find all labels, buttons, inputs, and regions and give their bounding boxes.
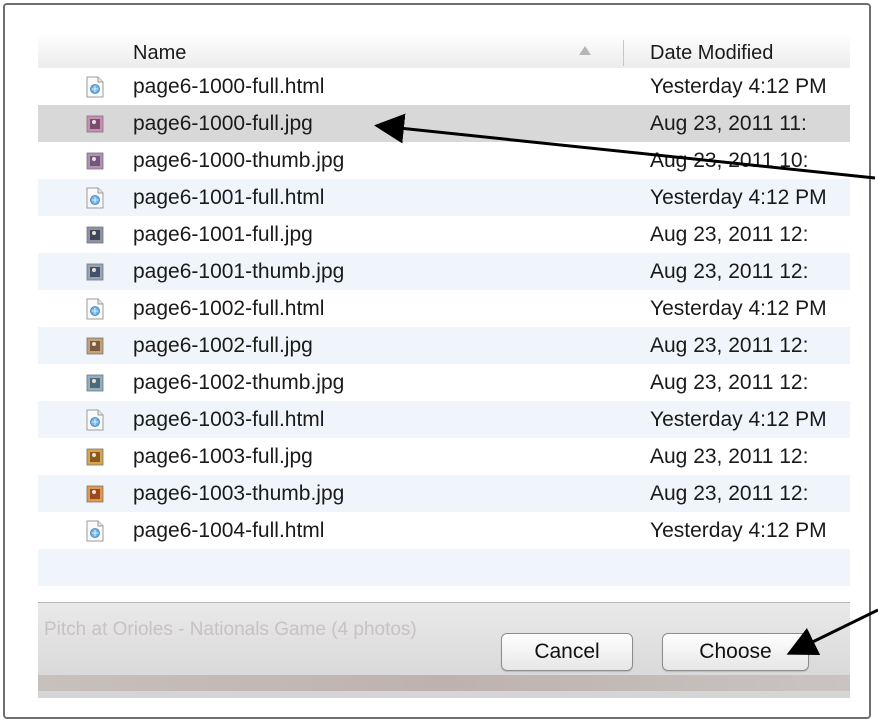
jpg-thumbnail-icon [86,261,104,283]
file-name: page6-1000-full.html [133,75,325,98]
file-date-modified: Yesterday 4:12 PM [650,408,827,431]
file-name: page6-1004-full.html [133,519,325,542]
file-name: page6-1002-full.html [133,297,325,320]
table-row[interactable]: page6-1002-thumb.jpg Aug 23, 2011 12: [38,364,850,401]
file-date-modified: Aug 23, 2011 11: [650,112,807,135]
table-row[interactable]: page6-1001-full.html Yesterday 4:12 PM [38,179,850,216]
table-row[interactable]: page6-1002-full.html Yesterday 4:12 PM [38,290,850,327]
table-row[interactable]: page6-1001-full.jpg Aug 23, 2011 12: [38,216,850,253]
file-date-modified: Yesterday 4:12 PM [650,519,827,542]
file-list: page6-1000-full.html Yesterday 4:12 PM pag… [38,68,850,586]
jpg-thumbnail-icon [86,483,104,505]
file-name: page6-1001-full.jpg [133,223,313,246]
html-file-icon [86,520,104,542]
table-row[interactable]: page6-1004-full.html Yesterday 4:12 PM [38,512,850,549]
table-row[interactable]: page6-1000-full.jpg Aug 23, 2011 11: [38,105,850,142]
table-row[interactable]: page6-1003-full.jpg Aug 23, 2011 12: [38,438,850,475]
file-date-modified: Yesterday 4:12 PM [650,297,827,320]
file-name: page6-1002-full.jpg [133,334,313,357]
file-date-modified: Aug 23, 2011 12: [650,445,809,468]
table-header: Name Date Modified [38,36,850,69]
table-row[interactable]: page6-1000-thumb.jpg Aug 23, 2011 10: [38,142,850,179]
jpg-thumbnail-icon [86,446,104,468]
table-row[interactable]: page6-1003-thumb.jpg Aug 23, 2011 12: [38,475,850,512]
jpg-thumbnail-icon [86,113,104,135]
date-modified-column-header[interactable]: Date Modified [650,36,773,68]
jpg-thumbnail-icon [86,224,104,246]
html-file-icon [86,298,104,320]
jpg-thumbnail-icon [86,335,104,357]
html-file-icon [86,76,104,98]
jpg-thumbnail-icon [86,372,104,394]
file-name: page6-1003-full.jpg [133,445,313,468]
cancel-button[interactable]: Cancel [501,633,633,671]
file-name: page6-1000-full.jpg [133,112,313,135]
html-file-icon [86,409,104,431]
html-file-icon [86,187,104,209]
column-separator[interactable] [623,40,624,66]
table-row[interactable]: page6-1001-thumb.jpg Aug 23, 2011 12: [38,253,850,290]
file-date-modified: Aug 23, 2011 12: [650,334,809,357]
file-name: page6-1003-full.html [133,408,325,431]
empty-row [38,549,850,586]
file-date-modified: Aug 23, 2011 12: [650,260,809,283]
file-name: page6-1002-thumb.jpg [133,371,345,394]
file-name: page6-1003-thumb.jpg [133,482,345,505]
choose-button[interactable]: Choose [662,633,809,671]
file-name: page6-1001-full.html [133,186,325,209]
file-chooser-dialog: Name Date Modified page6-1000-full.html Y… [38,36,850,698]
sort-ascending-icon[interactable] [579,46,591,55]
file-date-modified: Aug 23, 2011 12: [650,223,809,246]
table-row[interactable]: page6-1002-full.jpg Aug 23, 2011 12: [38,327,850,364]
table-row[interactable]: page6-1003-full.html Yesterday 4:12 PM [38,401,850,438]
dialog-footer: Pitch at Orioles - Nationals Game (4 pho… [38,602,850,698]
background-window-text: Pitch at Orioles - Nationals Game (4 pho… [44,619,417,640]
file-date-modified: Aug 23, 2011 12: [650,371,809,394]
table-row[interactable]: page6-1000-full.html Yesterday 4:12 PM [38,68,850,105]
file-date-modified: Yesterday 4:12 PM [650,75,827,98]
file-date-modified: Aug 23, 2011 10: [650,149,809,172]
file-name: page6-1000-thumb.jpg [133,149,345,172]
jpg-thumbnail-icon [86,150,104,172]
file-date-modified: Aug 23, 2011 12: [650,482,809,505]
name-column-header[interactable]: Name [133,36,186,68]
background-window-strip [38,675,850,691]
file-date-modified: Yesterday 4:12 PM [650,186,827,209]
file-name: page6-1001-thumb.jpg [133,260,345,283]
